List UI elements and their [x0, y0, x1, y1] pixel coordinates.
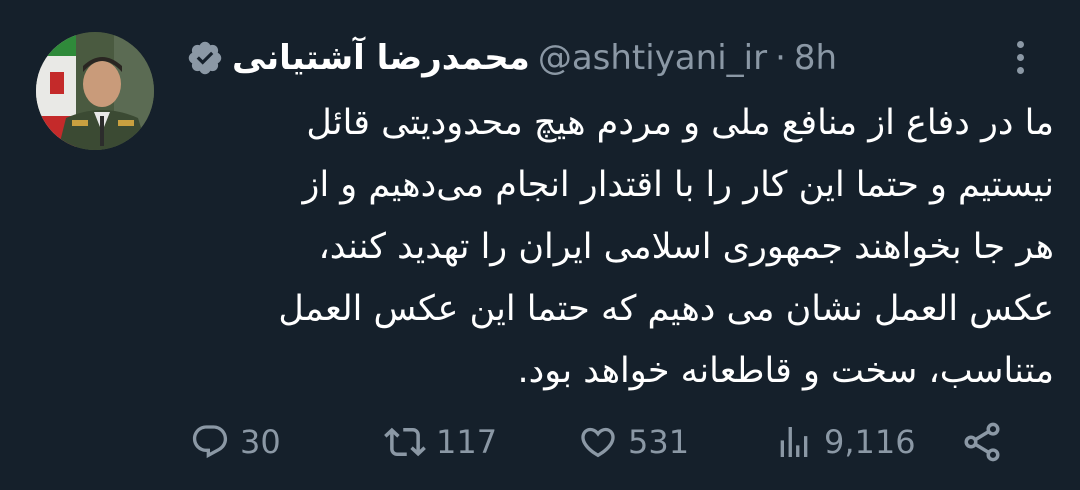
retweet-count: 117	[436, 423, 498, 461]
verified-badge-icon	[186, 39, 224, 77]
author-handle[interactable]: @ashtiyani_ir	[538, 38, 767, 78]
more-dot	[1016, 40, 1024, 48]
like-button[interactable]: 531	[578, 412, 689, 472]
tweet-text-line: هر جا بخواهند جمهوری اسلامی ایران را تهد…	[318, 227, 1054, 267]
author-name[interactable]: محمدرضا آشتیانی	[232, 38, 530, 78]
avatar[interactable]	[36, 32, 154, 150]
reply-count: 30	[240, 423, 281, 461]
tweet-text: ما در دفاع از منافع ملی و مردم هیچ محدود…	[186, 92, 1054, 402]
share-button[interactable]	[960, 412, 1004, 472]
retweet-icon	[384, 421, 426, 463]
views-button[interactable]: 9,116	[774, 412, 916, 472]
more-dot	[1016, 66, 1024, 74]
tweet-text-line: متناسب، سخت و قاطعانه خواهد بود.	[517, 351, 1054, 391]
header-separator: ·	[775, 38, 786, 78]
tweet-text-line: ما در دفاع از منافع ملی و مردم هیچ محدود…	[306, 103, 1054, 143]
tweet-actions: 30 117 531 9,116	[186, 412, 1046, 472]
like-count: 531	[628, 423, 690, 461]
reply-icon	[190, 422, 230, 462]
reply-button[interactable]: 30	[190, 412, 281, 472]
more-dot	[1016, 53, 1024, 61]
views-icon	[774, 422, 814, 462]
tweet-header: محمدرضا آشتیانی @ashtiyani_ir · 8h	[186, 30, 837, 86]
retweet-button[interactable]: 117	[384, 412, 497, 472]
tweet-timestamp[interactable]: 8h	[794, 38, 837, 78]
tweet-text-line: عکس العمل نشان می دهیم که حتما این عکس ا…	[278, 289, 1054, 329]
avatar-photo	[36, 32, 154, 150]
tweet: محمدرضا آشتیانی @ashtiyani_ir · 8h ما در…	[0, 0, 1080, 490]
heart-icon	[578, 422, 618, 462]
views-count: 9,116	[824, 423, 916, 461]
more-options-icon[interactable]	[1005, 32, 1035, 82]
share-icon	[960, 420, 1004, 464]
tweet-text-line: نیستیم و حتما این کار را با اقتدار انجام…	[302, 165, 1054, 205]
